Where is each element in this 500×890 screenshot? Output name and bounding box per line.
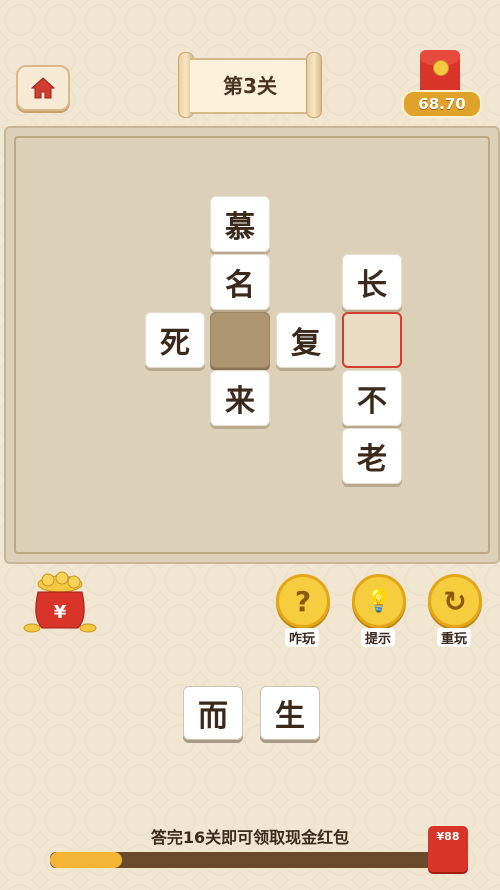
- money-bag[interactable]: ¥: [22, 570, 98, 636]
- red-packet-balance[interactable]: 68.70: [402, 50, 488, 120]
- progress-text: 答完16关即可领取现金红包: [150, 828, 350, 847]
- level-scroll: 第3关: [178, 50, 322, 118]
- grid-cell[interactable]: 死: [145, 312, 205, 368]
- svg-text:¥: ¥: [54, 602, 67, 623]
- home-button[interactable]: [16, 65, 70, 111]
- selected-empty-cell[interactable]: [342, 312, 402, 368]
- choice-tile[interactable]: 而: [183, 686, 243, 740]
- action-label: 咋玩: [284, 628, 319, 647]
- grid-cell[interactable]: 不: [342, 370, 402, 426]
- grid-cell[interactable]: 复: [276, 312, 336, 368]
- grid-cell[interactable]: 来: [210, 370, 270, 426]
- action-label: 重玩: [436, 628, 471, 647]
- grid-cell[interactable]: 名: [210, 254, 270, 310]
- refresh-icon: ↻: [428, 574, 482, 628]
- question-icon: ?: [276, 574, 330, 628]
- balance-amount: 68.70: [402, 90, 482, 118]
- action-lightbulb-button[interactable]: 💡 提示: [352, 574, 406, 647]
- reward-label: ¥88: [436, 830, 460, 843]
- level-title: 第3关: [223, 73, 277, 98]
- money-bag-icon: ¥: [23, 571, 97, 633]
- lightbulb-icon: 💡: [352, 574, 406, 628]
- reward-red-packet[interactable]: ¥88: [428, 826, 468, 872]
- grid-cell[interactable]: 老: [342, 428, 402, 484]
- empty-cell[interactable]: [210, 312, 270, 368]
- grid-cell[interactable]: 慕: [210, 196, 270, 252]
- action-refresh-button[interactable]: ↻ 重玩: [428, 574, 482, 647]
- progress-bar: [48, 850, 452, 870]
- home-icon: [30, 77, 56, 99]
- choice-tile[interactable]: 生: [260, 686, 320, 740]
- red-packet-icon: [420, 50, 460, 94]
- coin-icon: [433, 60, 449, 76]
- grid-cell[interactable]: 长: [342, 254, 402, 310]
- action-question-button[interactable]: ? 咋玩: [276, 574, 330, 647]
- action-label: 提示: [360, 628, 395, 647]
- progress-fill: [50, 852, 122, 868]
